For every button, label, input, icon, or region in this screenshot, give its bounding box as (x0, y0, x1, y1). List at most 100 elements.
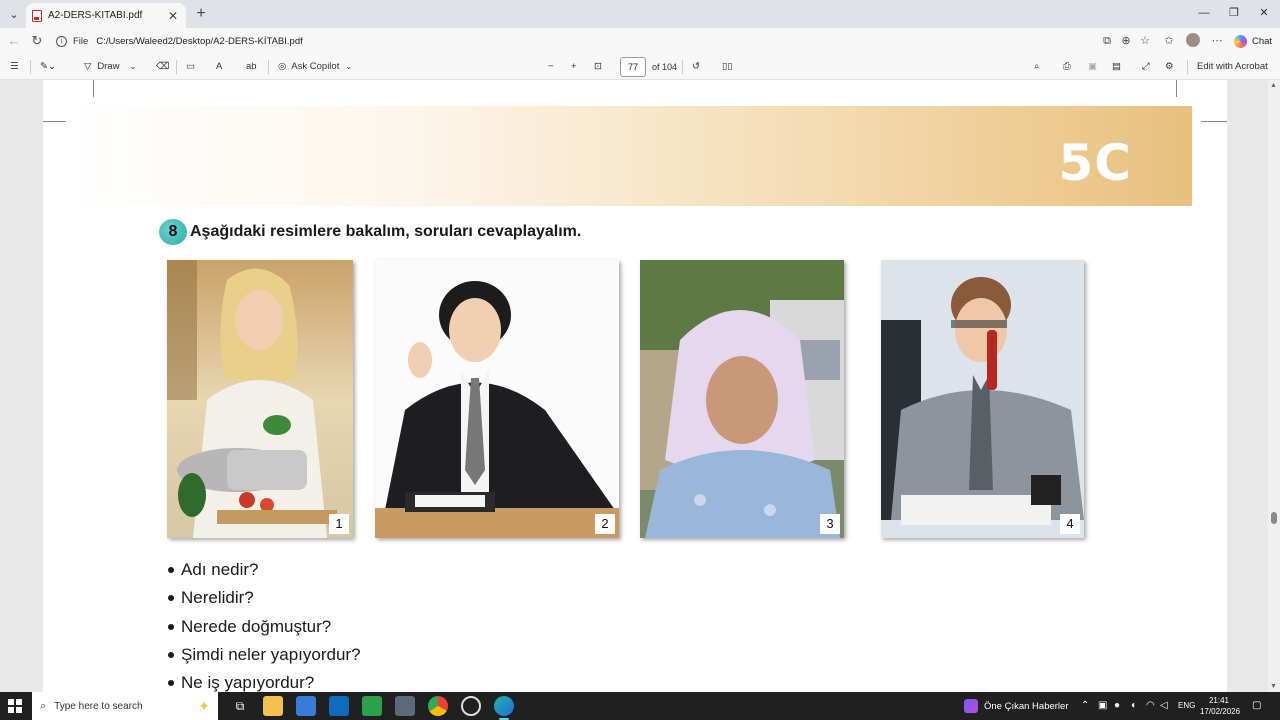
page-total: of 104 (652, 62, 678, 72)
calculator-icon[interactable] (362, 696, 382, 716)
exercise-title: Aşağıdaki resimlere bakalım, soruları ce… (190, 223, 582, 240)
settings-gear-icon[interactable]: ⚙ (1165, 58, 1174, 76)
save-as-icon[interactable]: ▤ (1112, 58, 1121, 76)
bullet-icon (168, 624, 174, 630)
exercise-number-badge: 8 (159, 219, 187, 245)
microphone-icon[interactable]: ● (1114, 698, 1120, 714)
contents-list-icon[interactable]: ☰ (10, 58, 19, 76)
vertical-scrollbar[interactable]: ▲ ▼ (1268, 80, 1280, 692)
copilot-icon (1234, 34, 1247, 48)
draw-button[interactable]: ▽ Draw ⌄ (84, 58, 136, 76)
tab-close-icon[interactable]: ✕ (166, 9, 180, 23)
clock-time: 21:41 (1208, 696, 1230, 705)
photo-number: 1 (329, 514, 349, 534)
copilot-chat-button[interactable]: Chat (1234, 32, 1272, 50)
tab-list-chevron-icon[interactable]: ⌄ (4, 4, 24, 24)
read-aloud-icon[interactable]: A (216, 58, 222, 76)
outlook-icon[interactable] (329, 696, 349, 716)
zoom-icon[interactable]: ⊕ (1117, 32, 1135, 50)
bullet-icon (168, 567, 174, 573)
close-window-button[interactable]: ✕ (1250, 4, 1278, 22)
pdf-toolbar: ☰ ✎⌄ ▽ Draw ⌄ ⌫ ▭ A ab ◎ Ask Copilot ⌄ −… (0, 53, 1280, 80)
ask-copilot-button[interactable]: ◎ Ask Copilot ⌄ (278, 58, 352, 76)
windows-start-icon[interactable] (8, 699, 22, 713)
question-item: Şimdi neler yapıyordur? (168, 645, 361, 665)
info-icon[interactable]: i (56, 35, 67, 47)
search-placeholder: Type here to search (54, 700, 143, 712)
restore-button[interactable]: ❐ (1220, 4, 1248, 22)
rotate-icon[interactable]: ↺ (692, 58, 700, 76)
scroll-up-arrow-icon[interactable]: ▲ (1270, 82, 1277, 89)
wifi-icon[interactable]: ◠ (1146, 698, 1155, 714)
refresh-icon[interactable]: ↻ (27, 31, 47, 51)
sparkle-icon: ✦ (198, 698, 210, 714)
favorite-star-icon[interactable]: ☆ (1136, 32, 1154, 50)
question-text: Ne iş yapıyordur? (181, 673, 315, 692)
file-explorer-icon[interactable] (263, 696, 283, 716)
chrome-icon[interactable] (428, 696, 448, 716)
edge-icon[interactable] (494, 696, 514, 720)
question-text: Şimdi neler yapıyordur? (181, 645, 361, 664)
notifications-icon[interactable]: ▢ (1252, 698, 1261, 714)
scroll-down-arrow-icon[interactable]: ▼ (1270, 683, 1277, 690)
save-icon[interactable]: ▣ (1088, 58, 1097, 76)
app-icon[interactable] (395, 696, 415, 716)
question-text: Adı nedir? (181, 560, 259, 579)
photo-number: 3 (820, 514, 840, 534)
bullet-icon (168, 595, 174, 601)
zoom-out-icon[interactable]: − (548, 58, 554, 76)
clock-date: 17/02/2026 (1200, 707, 1241, 716)
new-tab-button[interactable]: + (192, 5, 210, 23)
search-icon[interactable]: ⌕ (1034, 58, 1039, 76)
tab-strip: ⌄ A2-DERS-KİTABI.pdf ✕ + — ❐ ✕ (0, 0, 1280, 28)
page-number-input[interactable]: 77 (620, 57, 646, 77)
page-view-icon[interactable]: ▯▯ (722, 58, 732, 76)
bullet-icon (168, 680, 174, 686)
tab-title: A2-DERS-KİTABI.pdf (48, 10, 143, 21)
copilot-outline-icon: ◎ (278, 61, 287, 72)
translate-text-icon[interactable]: ab (246, 58, 257, 76)
photo-number: 4 (1060, 514, 1080, 534)
translate-icon[interactable]: ⧉ (1098, 32, 1116, 50)
back-arrow-icon[interactable]: ← (4, 31, 24, 51)
language-indicator[interactable]: ENG (1178, 698, 1195, 714)
clock-app-icon[interactable] (461, 696, 481, 716)
print-icon[interactable]: ⎙ (1063, 58, 1071, 76)
question-item: Nerede doğmuştur? (168, 617, 331, 637)
document-viewport[interactable]: 5C 8 Aşağıdaki resimlere bakalım, sorula… (0, 80, 1280, 692)
more-menu-icon[interactable]: ⋯ (1208, 32, 1226, 50)
chevron-down-icon: ⌄ (129, 62, 137, 71)
young-businessman-photo: 2 (375, 260, 619, 538)
minimize-button[interactable]: — (1190, 4, 1218, 22)
edit-with-acrobat-button[interactable]: Edit with Acrobat (1197, 58, 1268, 76)
question-text: Nerede doğmuştur? (181, 617, 332, 636)
fit-page-icon[interactable]: ⊡ (594, 58, 602, 76)
news-icon (964, 699, 978, 713)
scrollbar-thumb[interactable] (1271, 512, 1277, 524)
crop-mark (1201, 121, 1227, 122)
fullscreen-icon[interactable]: ⤢ (1142, 58, 1150, 76)
profile-avatar[interactable] (1186, 33, 1200, 47)
eraser-icon[interactable]: ⌫ (156, 58, 169, 76)
volume-icon[interactable]: ◁ (1160, 698, 1168, 714)
system-clock[interactable]: 21:41 17/02/2026 (1200, 695, 1241, 717)
taskbar: ⌕ Type here to search ✦ ⧉ Öne Çıkan Habe… (0, 692, 1280, 720)
woman-cooking-photo: 1 (167, 260, 353, 538)
zoom-in-icon[interactable]: + (571, 58, 577, 76)
tray-app-icon[interactable]: ▣ (1098, 698, 1107, 714)
active-tab[interactable]: A2-DERS-KİTABI.pdf ✕ (26, 3, 186, 28)
url-field[interactable]: i File C:/Users/Waleed2/Desktop/A2-DERS-… (52, 31, 1092, 51)
highlight-icon[interactable]: ✎⌄ (40, 58, 56, 76)
task-view-icon[interactable]: ⧉ (230, 696, 250, 716)
bullet-icon (168, 652, 174, 658)
favorites-icon[interactable]: ✩ (1160, 32, 1178, 50)
news-widget[interactable]: Öne Çıkan Haberler (964, 692, 1068, 720)
store-icon[interactable] (296, 696, 316, 716)
taskbar-search-box[interactable]: ⌕ Type here to search ✦ (32, 692, 218, 720)
elderly-woman-headscarf-photo: 3 (640, 260, 844, 538)
draw-label: Draw (97, 61, 120, 72)
text-box-icon[interactable]: ▭ (186, 58, 195, 76)
audio-icon[interactable]: ◖ (1130, 698, 1136, 714)
unit-label: 5C (1058, 134, 1132, 192)
tray-chevron-icon[interactable]: ⌃ (1081, 698, 1089, 714)
